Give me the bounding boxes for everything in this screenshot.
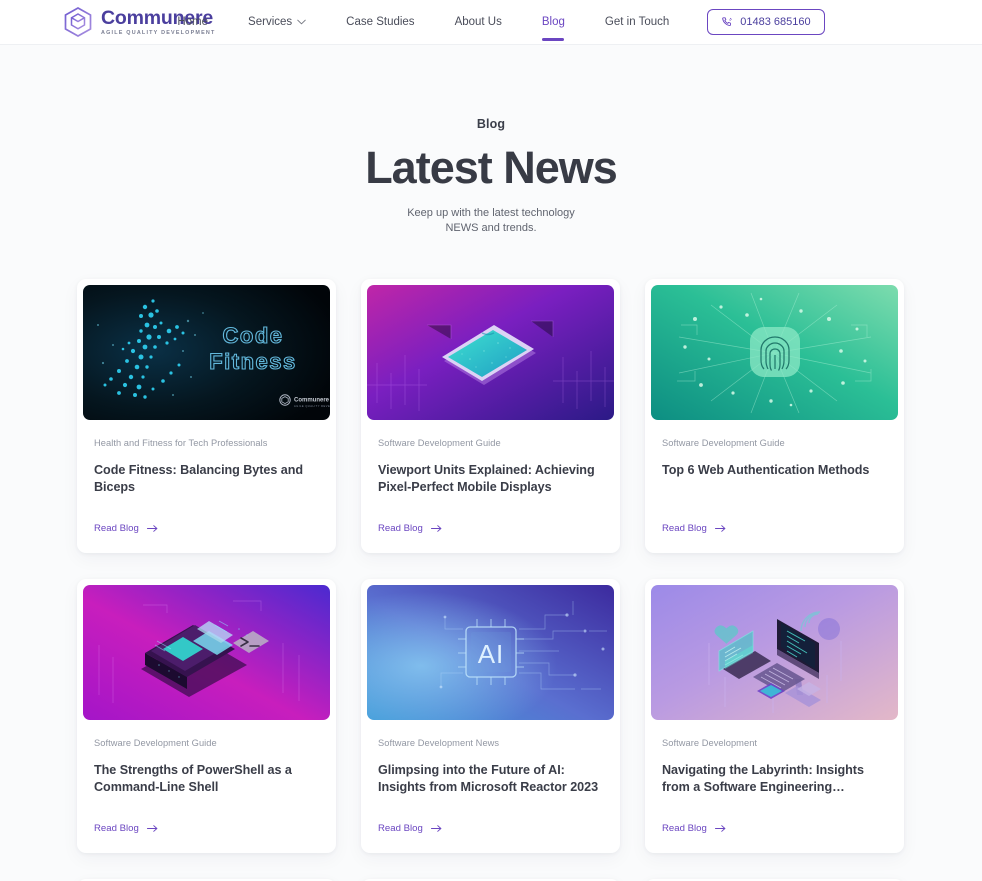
read-blog-label: Read Blog [662,822,707,834]
svg-text:AI: AI [478,639,505,669]
card-category: Software Development Guide [662,437,785,448]
nav-label: Home [177,15,209,28]
phone-button[interactable]: 01483 685160 [707,9,825,35]
ai-chip-thumb: AI [367,584,614,720]
svg-text:AGILE QUALITY DEVELOPMENT: AGILE QUALITY DEVELOPMENT [294,404,330,408]
card-category: Software Development [662,737,758,748]
card-category: Software Development Guide [94,737,217,748]
nav-item-services[interactable]: Services [228,0,326,45]
read-blog-link[interactable]: Read Blog [94,797,319,853]
svg-text:Code: Code [223,323,284,348]
blog-card[interactable]: AI Software Development News Glimpsing i… [361,578,620,853]
read-blog-label: Read Blog [94,822,139,834]
nav-item-case-studies[interactable]: Case Studies [326,0,434,45]
arrow-right-icon [714,524,726,533]
hero-subtitle-line-2: NEWS and trends. [445,222,537,235]
cube-logo-icon [64,7,92,37]
site-header: Communere AGILE QUALITY DEVELOPMENT Home… [0,0,982,45]
read-blog-link[interactable]: Read Blog [378,497,603,553]
read-blog-link[interactable]: Read Blog [378,797,603,853]
blog-card[interactable]: Software Development Navigating the Laby… [645,578,904,853]
nav-item-about-us[interactable]: About Us [435,0,522,45]
card-category: Software Development Guide [378,437,501,448]
arrow-right-icon [714,824,726,833]
nav-label: Get in Touch [604,15,670,28]
nav-item-get-in-touch[interactable]: Get in Touch [585,0,689,45]
isometric-phone-thumb [367,284,614,420]
read-blog-link[interactable]: Read Blog [662,797,887,853]
fingerprint-security-thumb [651,284,898,420]
card-title: The Strengths of PowerShell as a Command… [94,762,292,795]
hero-eyebrow: Blog [476,117,506,131]
code-fitness-runner-thumb: Code Fitness Communere AGILE QUALITY DEV… [83,284,330,420]
nav-item-home[interactable]: Home [157,0,228,45]
blog-card[interactable]: Software Development Guide Viewport Unit… [361,278,620,553]
read-blog-link[interactable]: Read Blog [662,497,887,553]
read-blog-label: Read Blog [378,822,423,834]
nav-label: Case Studies [346,15,415,28]
card-title: Navigating the Labyrinth: Insights from … [662,762,864,795]
read-blog-label: Read Blog [378,522,423,534]
arrow-right-icon [146,824,158,833]
hero-subtitle: Keep up with the latest technology NEWS … [0,206,982,237]
chevron-down-icon [297,19,306,25]
read-blog-label: Read Blog [94,522,139,534]
page-title: Latest News [365,142,618,193]
isometric-workstation-thumb [651,584,898,720]
active-nav-indicator [542,37,565,41]
nav-label: About Us [454,15,502,28]
phone-number-label: 01483 685160 [740,16,811,28]
card-title: Code Fitness: Balancing Bytes and Biceps [94,463,303,495]
blog-card-grid: Code Fitness Communere AGILE QUALITY DEV… [77,278,905,881]
card-title: Glimpsing into the Future of AI: Insight… [378,762,599,795]
svg-text:Fitness: Fitness [209,349,297,374]
blog-card[interactable]: Software Development Guide The Strengths… [77,578,336,853]
card-category: Software Development News [378,737,500,748]
card-title: Top 6 Web Authentication Methods [662,463,870,478]
arrow-right-icon [430,524,442,533]
nav-item-blog[interactable]: Blog [522,0,585,45]
read-blog-label: Read Blog [662,522,707,534]
card-category: Health and Fitness for Tech Professional… [94,437,268,448]
card-title: Viewport Units Explained: Achieving Pixe… [378,463,595,495]
blog-card[interactable]: Software Development Guide Top 6 Web Aut… [645,278,904,553]
phone-icon [721,16,733,28]
read-blog-link[interactable]: Read Blog [94,497,319,553]
hero-subtitle-line-1: Keep up with the latest technology [407,206,575,219]
powershell-laptop-thumb [83,584,330,720]
nav-label: Services [248,15,293,28]
blog-card[interactable]: Code Fitness Communere AGILE QUALITY DEV… [77,278,336,553]
arrow-right-icon [146,524,158,533]
hero-section: Blog Latest News Keep up with the latest… [0,45,982,237]
arrow-right-icon [430,824,442,833]
svg-text:Communere: Communere [294,397,330,403]
